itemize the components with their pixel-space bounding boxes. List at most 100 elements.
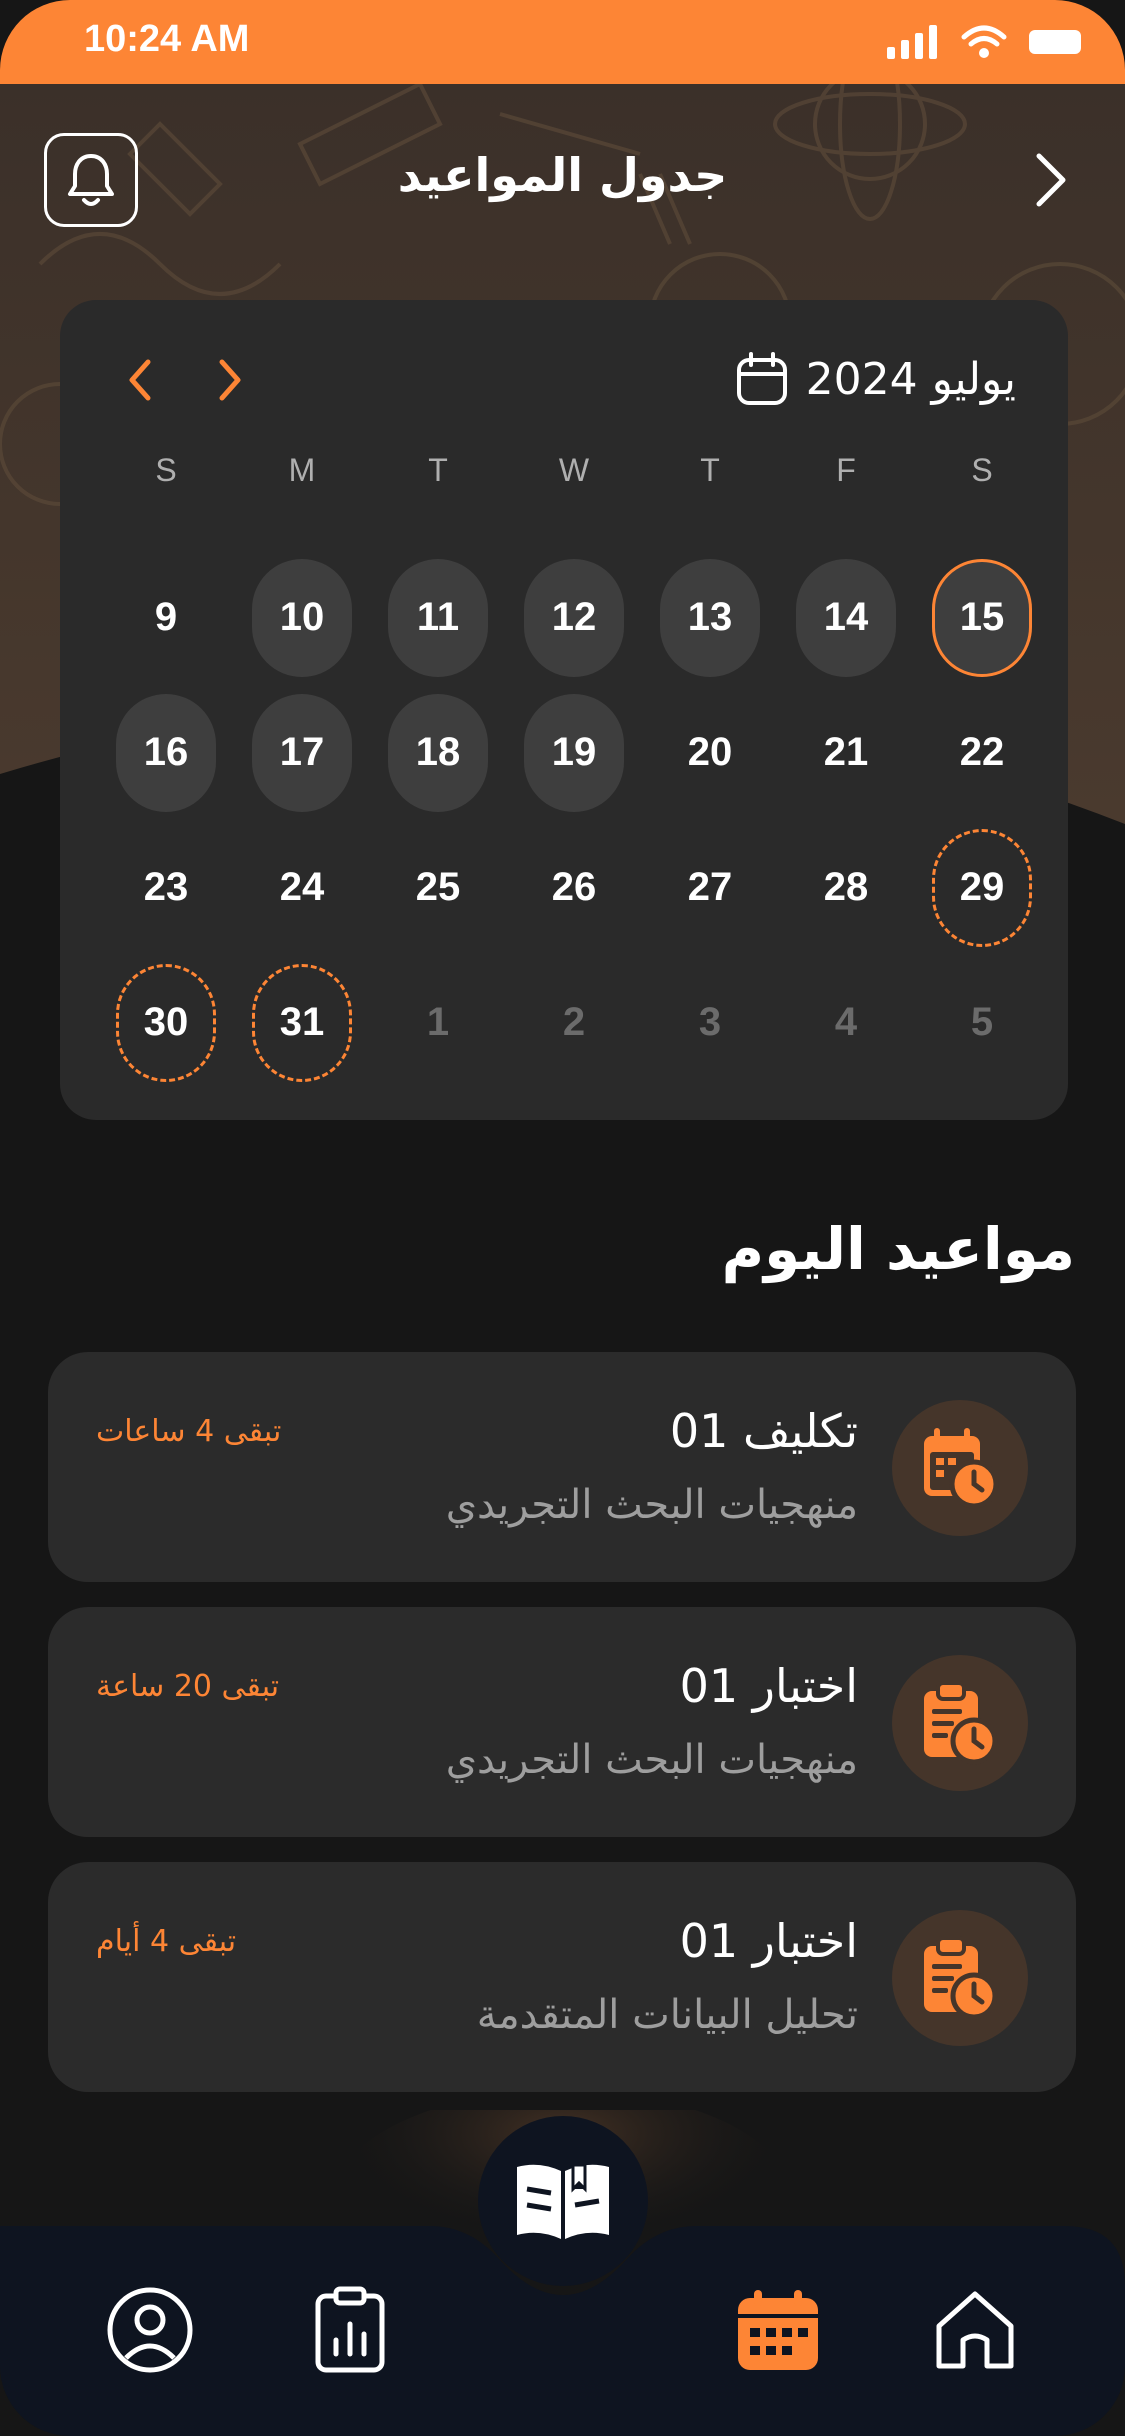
calendar-day[interactable]: 18 [388,693,488,812]
nav-calendar[interactable] [728,2280,828,2380]
calendar-day[interactable]: 25 [388,829,488,947]
weekday-label: F [836,452,856,488]
calendar-clock-icon [924,1428,999,1509]
calendar-day[interactable]: 10 [252,558,352,677]
calendar-day[interactable]: 24 [252,829,352,947]
calendar-day-cell: 3 [642,955,778,1090]
calendar-days-grid: 9 10 11 12 13 14 15 16 17 18 19 20 21 22 23 24 25 26 27 28 2… [98,550,1050,1090]
calendar-icon [736,352,787,405]
appointment-course: منهجيات البحث التجريدي [445,1737,858,1783]
weekday-label: W [558,452,590,488]
weekday-header: S M T W T F S [98,452,1050,489]
appointment-card[interactable]: تكليف 01 منهجيات البحث التجريدي تبقى 4 س… [48,1352,1076,1582]
weekday-label: T [700,452,720,488]
notifications-button[interactable] [44,133,138,227]
home-icon [936,2291,1014,2369]
nav-profile[interactable] [100,2280,200,2380]
calendar-day-cell: 18 [370,685,506,820]
appointment-remaining-time: تبقى 4 ساعات [96,1414,282,1449]
calendar-day[interactable]: 3 [660,964,760,1082]
calendar-day-cell: 4 [778,955,914,1090]
status-bar: 10:24 AM [0,0,1125,84]
calendar-day[interactable]: 31 [252,963,352,1082]
previous-month-button[interactable] [120,350,160,410]
calendar-day[interactable]: 16 [116,693,216,812]
appointment-card[interactable]: اختبار 01 منهجيات البحث التجريدي تبقى 20… [48,1607,1076,1837]
calendar-day-cell: 15 [914,550,1050,685]
appointment-icon [892,1910,1028,2046]
calendar-day-cell: 30 [98,955,234,1090]
calendar-day-cell: 20 [642,685,778,820]
appointment-title: اختبار 01 [679,1659,858,1713]
appointment-course: تحليل البيانات المتقدمة [476,1992,858,2038]
calendar-day[interactable]: 30 [116,963,216,1082]
calendar-day[interactable]: 27 [660,829,760,947]
app-screen: 10:24 AM جدول المواعيد يوليو 2024 S M T … [0,0,1125,2436]
today-appointments-title: مواعيد اليوم [721,1215,1075,1283]
calendar-day-cell: 2 [506,955,642,1090]
status-icons [887,24,1085,60]
calendar-day-cell: 28 [778,820,914,955]
chevron-left-icon [129,359,151,401]
status-time: 10:24 AM [84,18,250,60]
calendar-day[interactable]: 26 [524,829,624,947]
month-label[interactable]: يوليو 2024 [736,352,1016,406]
calendar-day[interactable]: 23 [116,829,216,947]
appointment-remaining-time: تبقى 20 ساعة [96,1669,280,1704]
bell-icon [68,154,114,206]
calendar-day[interactable]: 29 [932,828,1032,947]
calendar-card: يوليو 2024 S M T W T F S 9 10 11 12 13 14 15 16… [60,300,1068,1120]
next-month-button[interactable] [210,350,250,410]
chevron-right-icon [219,359,241,401]
calendar-day-cell: 17 [234,685,370,820]
weekday-label: M [288,452,316,488]
report-clipboard-icon [315,2286,385,2373]
calendar-day[interactable]: 4 [796,964,896,1082]
appointment-icon [892,1655,1028,1791]
calendar-day[interactable]: 22 [932,694,1032,812]
calendar-day[interactable]: 21 [796,694,896,812]
calendar-day-cell: 11 [370,550,506,685]
month-navigation [120,350,250,410]
calendar-day[interactable]: 19 [524,693,624,812]
weekday-label: S [971,452,993,488]
weekday-label: S [155,452,177,488]
calendar-day[interactable]: 28 [796,829,896,947]
nav-library-button[interactable] [478,2116,648,2286]
nav-home[interactable] [925,2280,1025,2380]
calendar-day[interactable]: 1 [388,964,488,1082]
calendar-day-cell: 5 [914,955,1050,1090]
calendar-day[interactable]: 13 [660,558,760,677]
calendar-day[interactable]: 5 [932,964,1032,1082]
calendar-day-cell: 29 [914,820,1050,955]
calendar-day[interactable]: 12 [524,558,624,677]
clipboard-clock-icon [924,1936,998,2020]
calendar-day-cell: 9 [98,550,234,685]
back-button[interactable] [1021,150,1081,210]
wifi-icon [961,25,1007,58]
calendar-icon [738,2290,818,2370]
calendar-day[interactable]: 9 [116,559,216,677]
weekday-label: T [428,452,448,488]
appointment-icon [892,1400,1028,1536]
calendar-day-cell: 12 [506,550,642,685]
calendar-day-cell: 24 [234,820,370,955]
calendar-day[interactable]: 20 [660,694,760,812]
clipboard-clock-icon [924,1681,998,1765]
calendar-day[interactable]: 11 [388,558,488,677]
open-book-icon [517,2163,609,2239]
calendar-day-cell: 31 [234,955,370,1090]
calendar-day[interactable]: 14 [796,558,896,677]
signal-icon [887,25,937,59]
calendar-day-cell: 19 [506,685,642,820]
calendar-day-cell: 27 [642,820,778,955]
calendar-day[interactable]: 2 [524,964,624,1082]
calendar-day-cell: 10 [234,550,370,685]
appointment-card[interactable]: اختبار 01 تحليل البيانات المتقدمة تبقى 4… [48,1862,1076,2092]
appointment-title: اختبار 01 [679,1914,858,1968]
nav-reports[interactable] [300,2280,400,2380]
calendar-day-cell: 22 [914,685,1050,820]
calendar-day[interactable]: 15 [932,558,1032,677]
calendar-day-cell: 21 [778,685,914,820]
calendar-day[interactable]: 17 [252,693,352,812]
